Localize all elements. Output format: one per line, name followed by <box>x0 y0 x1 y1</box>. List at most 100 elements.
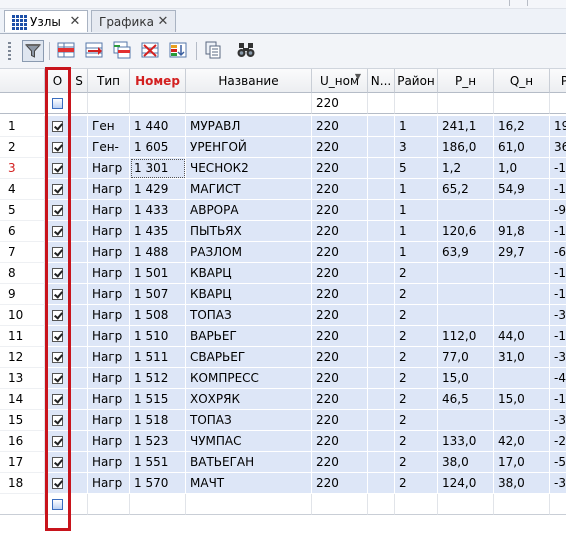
new-row-cell-o[interactable] <box>45 494 71 515</box>
cell-qn[interactable]: 91,8 <box>494 221 550 242</box>
cell-pg[interactable]: -1 <box>550 179 566 200</box>
column-header-num[interactable] <box>0 69 45 93</box>
cell-nazv[interactable]: КВАРЦ <box>186 263 312 284</box>
cell-s[interactable] <box>71 137 88 158</box>
cell-pn[interactable]: 241,1 <box>438 116 494 137</box>
cell-nomer[interactable]: 1 511 <box>130 347 186 368</box>
cell-n[interactable] <box>368 473 395 494</box>
cell-qn[interactable]: 16,2 <box>494 116 550 137</box>
cell-o[interactable] <box>45 158 71 179</box>
cell-n[interactable] <box>368 263 395 284</box>
cell-o[interactable] <box>45 242 71 263</box>
checkbox[interactable] <box>52 414 63 426</box>
cell-rayon[interactable]: 2 <box>395 347 438 368</box>
cell-pn[interactable]: 38,0 <box>438 452 494 473</box>
column-header-tip[interactable]: Тип <box>88 69 130 93</box>
cell-s[interactable] <box>71 263 88 284</box>
cell-tip[interactable]: Нагр <box>88 305 130 326</box>
cell-s[interactable] <box>71 221 88 242</box>
cell-o[interactable] <box>45 389 71 410</box>
checkbox[interactable] <box>52 288 63 300</box>
cell-nazv[interactable]: АВРОРА <box>186 200 312 221</box>
cell-pg[interactable]: -1 <box>550 284 566 305</box>
new-row-checkbox[interactable] <box>52 498 63 510</box>
cell-pg[interactable]: -4 <box>550 368 566 389</box>
cell-nazv[interactable]: КОМПРЕСС <box>186 368 312 389</box>
cell-unom[interactable]: 220 <box>312 473 368 494</box>
cell-o[interactable] <box>45 116 71 137</box>
cell-o[interactable] <box>45 179 71 200</box>
cell-s[interactable] <box>71 179 88 200</box>
sort-button[interactable] <box>168 40 190 62</box>
cell-pg[interactable]: -3 <box>550 410 566 431</box>
cell-o[interactable] <box>45 452 71 473</box>
cell-o[interactable] <box>45 326 71 347</box>
cell-n[interactable] <box>368 242 395 263</box>
cell-tip[interactable]: Ген <box>88 116 130 137</box>
cell-unom[interactable]: 220 <box>312 410 368 431</box>
toolbar-grip[interactable] <box>8 42 11 60</box>
cell-n[interactable] <box>368 347 395 368</box>
tab-nodes[interactable]: Узлы ✕ <box>4 10 88 32</box>
new-row-cell-pg[interactable] <box>550 494 566 515</box>
table-row[interactable]: 8 Нагр 1 501 КВАРЦ 220 2 -1 <box>0 263 566 284</box>
cell-pg[interactable]: -3 <box>550 347 566 368</box>
cell-nomer[interactable]: 1 512 <box>130 368 186 389</box>
cell-unom[interactable]: 220 <box>312 242 368 263</box>
cell-unom[interactable]: 220 <box>312 137 368 158</box>
column-header-pn[interactable]: P_н <box>438 69 494 93</box>
cell-tip[interactable]: Нагр <box>88 452 130 473</box>
copy-table-button[interactable] <box>203 40 225 62</box>
cell-n[interactable] <box>368 158 395 179</box>
cell-pn[interactable]: 77,0 <box>438 347 494 368</box>
cell-n[interactable] <box>368 179 395 200</box>
table-row[interactable]: 18 Нагр 1 570 МАЧТ 220 2 124,0 38,0 -3 <box>0 473 566 494</box>
cell-o[interactable] <box>45 305 71 326</box>
cell-pn[interactable]: 120,6 <box>438 221 494 242</box>
cell-nomer[interactable]: 1 605 <box>130 137 186 158</box>
cell-nazv[interactable]: ХОХРЯК <box>186 389 312 410</box>
new-row-cell-s[interactable] <box>71 494 88 515</box>
cell-pg[interactable]: 36 <box>550 137 566 158</box>
cell-n[interactable] <box>368 221 395 242</box>
cell-unom[interactable]: 220 <box>312 368 368 389</box>
cell-rayon[interactable]: 1 <box>395 242 438 263</box>
cell-nomer[interactable]: 1 501 <box>130 263 186 284</box>
filter-cell-nomer[interactable] <box>130 93 186 114</box>
cell-s[interactable] <box>71 200 88 221</box>
cell-rayon[interactable]: 1 <box>395 116 438 137</box>
cell-s[interactable] <box>71 305 88 326</box>
cell-pg[interactable]: -3 <box>550 473 566 494</box>
cell-nazv[interactable]: ВАРЬЕГ <box>186 326 312 347</box>
cell-o[interactable] <box>45 473 71 494</box>
table-row[interactable]: 17 Нагр 1 551 ВАТЬЕГАН 220 2 38,0 17,0 -5 <box>0 452 566 473</box>
insert-row-button[interactable] <box>56 40 78 62</box>
filter-cell-pn[interactable] <box>438 93 494 114</box>
cell-nomer[interactable]: 1 435 <box>130 221 186 242</box>
new-row-cell-n[interactable] <box>368 494 395 515</box>
filter-button[interactable] <box>22 40 44 62</box>
cell-qn[interactable]: 17,0 <box>494 452 550 473</box>
new-row-cell-nomer[interactable] <box>130 494 186 515</box>
cell-nomer[interactable]: 1 433 <box>130 200 186 221</box>
table-row[interactable]: 9 Нагр 1 507 КВАРЦ 220 2 -1 <box>0 284 566 305</box>
cell-rayon[interactable]: 1 <box>395 179 438 200</box>
filter-cell-nazv[interactable] <box>186 93 312 114</box>
copy-row-button[interactable] <box>112 40 134 62</box>
column-header-s[interactable]: S <box>71 69 88 93</box>
cell-nazv[interactable]: КВАРЦ <box>186 284 312 305</box>
cell-qn[interactable]: 54,9 <box>494 179 550 200</box>
cell-nomer[interactable]: 1 508 <box>130 305 186 326</box>
cell-nomer[interactable]: 1 507 <box>130 284 186 305</box>
new-row-cell-unom[interactable] <box>312 494 368 515</box>
cell-s[interactable] <box>71 158 88 179</box>
cell-pg[interactable]: -9 <box>550 200 566 221</box>
column-header-rayon[interactable]: Район <box>395 69 438 93</box>
filter-cell-qn[interactable] <box>494 93 550 114</box>
cell-tip[interactable]: Нагр <box>88 263 130 284</box>
table-row[interactable]: 5 Нагр 1 433 АВРОРА 220 1 -9 <box>0 200 566 221</box>
column-header-n[interactable]: N... <box>368 69 395 93</box>
cell-n[interactable] <box>368 305 395 326</box>
close-icon[interactable]: ✕ <box>156 14 170 29</box>
checkbox[interactable] <box>52 330 63 342</box>
